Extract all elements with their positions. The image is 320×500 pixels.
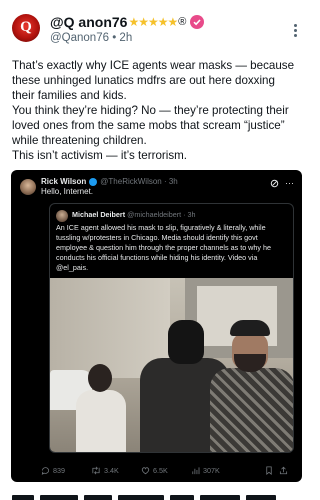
embed-avatar (20, 179, 36, 195)
verified-badge-icon (190, 15, 205, 29)
quote-header: Michael Deibert @michaeldeibert · 3h (72, 210, 196, 219)
post-meta: @Qanon76 • 2h (50, 32, 132, 44)
handle[interactable]: @Qanon76 (50, 32, 109, 44)
registered-mark: ® (178, 16, 187, 28)
quoted-post: Michael Deibert @michaeldeibert · 3h An … (49, 203, 294, 453)
display-name[interactable]: @Q anon76 (50, 14, 127, 30)
post-line: their families and kids. (12, 89, 127, 102)
embed-more-icon: ··· (285, 178, 294, 188)
more-dots-icon[interactable] (294, 24, 298, 38)
grok-icon (270, 179, 279, 187)
bookmark-icon (266, 465, 272, 475)
post-line: these unhinged lunatics mdfrs are out he… (12, 74, 275, 87)
embedded-post-image[interactable]: Rick Wilson @TheRickWilson · 3h Hello, I… (11, 170, 302, 482)
embed-handle: @TheRickWilson · 3h (100, 177, 178, 186)
timestamp: • 2h (112, 32, 133, 44)
post-line: while threatening children. (12, 134, 147, 147)
quote-line: tussling w/protesters in Chicago. Media … (56, 233, 258, 242)
bookmark-action (265, 465, 279, 475)
embed-text: Hello, Internet. (41, 187, 94, 196)
post-line: That’s exactly why ICE agents wear masks… (12, 59, 295, 72)
reply-action: 839 (41, 466, 91, 475)
quote-line: conducts his official functions while hi… (56, 253, 258, 262)
views-action: 307K (191, 466, 265, 475)
name-row: @Q anon76 ★★★★★ ® (50, 14, 205, 30)
embed-name: Rick Wilson (41, 177, 87, 186)
quote-text: An ICE agent allowed his mask to slip, f… (56, 223, 292, 273)
quote-name: Michael Deibert (72, 210, 126, 219)
embed-header: Rick Wilson @TheRickWilson · 3h (41, 177, 178, 186)
post-text: That’s exactly why ICE agents wear masks… (12, 58, 304, 163)
star-icons: ★★★★★ (128, 15, 178, 29)
repost-icon (92, 466, 100, 474)
post-header: Q @Q anon76 ★★★★★ ® @Qanon76 • 2h (0, 0, 312, 52)
share-icon (279, 466, 288, 474)
share-action (279, 466, 293, 475)
avatar-letter: Q (20, 19, 32, 35)
repost-count: 3.4K (104, 465, 119, 475)
post-line: This isn’t activism — it’s terrorism. (12, 149, 187, 162)
video-still (50, 278, 293, 452)
quote-line: employee & question him through the prop… (56, 243, 271, 252)
post-line: You think they’re hiding? No — they’re p… (12, 104, 289, 117)
avatar[interactable]: Q (12, 14, 40, 42)
quote-avatar (56, 210, 68, 222)
heart-icon (141, 466, 150, 474)
verified-check-icon (89, 177, 98, 186)
repost-action: 3.4K (91, 466, 141, 475)
embed-top-icons: ··· (270, 178, 294, 188)
quote-line: @el_pais. (56, 263, 89, 272)
embed-action-bar: 839 3.4K 6.5K 307K (41, 464, 297, 476)
next-text-cutoff (12, 491, 304, 500)
view-count: 307K (203, 465, 220, 475)
quote-line: An ICE agent allowed his mask to slip, f… (56, 223, 266, 232)
views-icon (192, 466, 200, 474)
like-action: 6.5K (141, 466, 191, 475)
like-count: 6.5K (153, 465, 168, 475)
quote-handle: @michaeldeibert · 3h (127, 210, 196, 219)
post-line: loved ones from the same mobs that screa… (12, 119, 285, 132)
reply-icon (41, 466, 50, 475)
reply-count: 839 (53, 465, 65, 475)
